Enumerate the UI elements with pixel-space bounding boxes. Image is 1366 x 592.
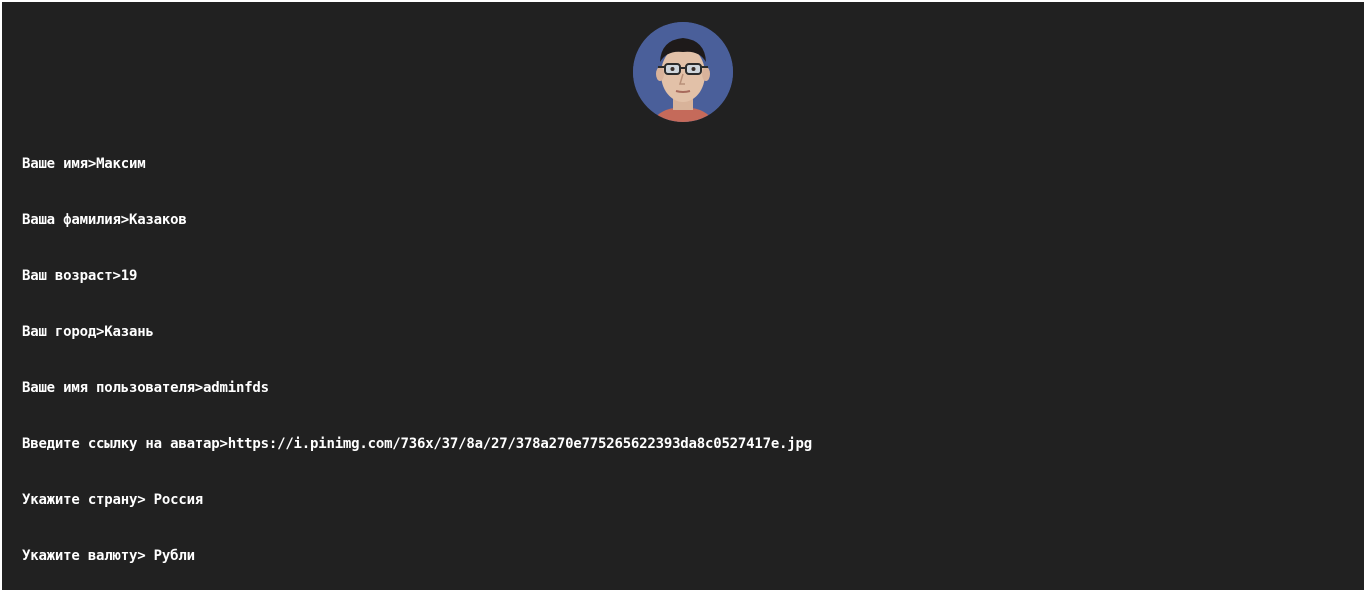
field-last-name: Ваша фамилия> Казаков xyxy=(22,208,812,264)
field-avatar-url: Введите ссылку на аватар> https://i.pinim… xyxy=(22,432,812,488)
field-value: Россия xyxy=(145,492,204,508)
field-label: Введите ссылку на аватар> xyxy=(22,436,228,452)
avatar xyxy=(633,22,733,122)
field-label: Ваше имя пользователя> xyxy=(22,380,204,396)
field-value: Казань xyxy=(104,324,154,340)
field-first-name: Ваше имя> Максим xyxy=(22,152,812,208)
field-value: 19 xyxy=(120,268,138,284)
field-label: Ваша фамилия> xyxy=(22,212,129,228)
field-country: Укажите страну> Россия xyxy=(22,488,812,544)
field-value: Рубли xyxy=(145,548,195,564)
field-label: Ваше имя> xyxy=(22,156,97,172)
field-currency: Укажите валюту> Рубли xyxy=(22,544,812,590)
field-label: Укажите валюту> xyxy=(22,548,146,564)
field-age: Ваш возраст> 19 xyxy=(22,264,812,320)
field-label: Укажите страну> xyxy=(22,492,146,508)
field-value: adminfds xyxy=(203,380,269,396)
field-value: https://i.pinimg.com/736x/37/8a/27/378a2… xyxy=(227,436,812,452)
field-value: Казаков xyxy=(128,212,187,228)
avatar-photo-icon xyxy=(633,22,733,122)
field-username: Ваше имя пользователя> adminfds xyxy=(22,376,812,432)
field-value: Максим xyxy=(96,156,146,172)
field-label: Ваш город> xyxy=(22,324,105,340)
field-city: Ваш город> Казань xyxy=(22,320,812,376)
profile-fields: Ваше имя> Максим Ваша фамилия> Казаков Ваш… xyxy=(22,152,812,590)
profile-panel: Ваше имя> Максим Ваша фамилия> Казаков Ваш… xyxy=(2,2,1364,590)
field-label: Ваш возраст> xyxy=(22,268,121,284)
